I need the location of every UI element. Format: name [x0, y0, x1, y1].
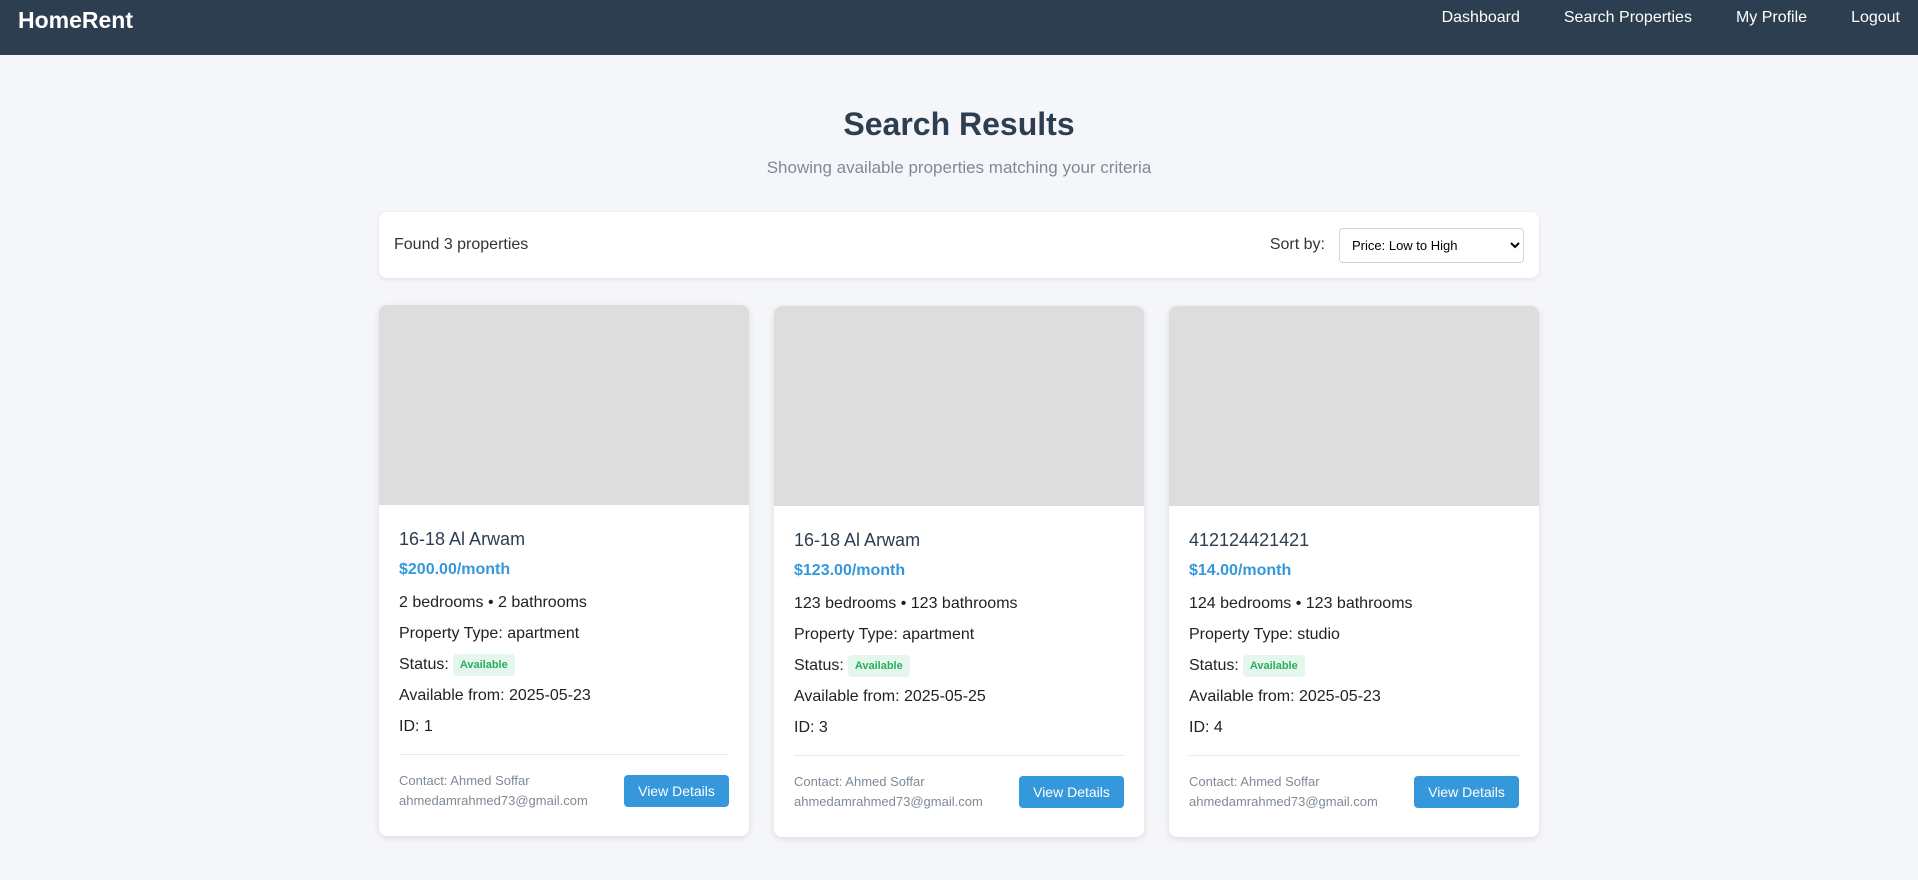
sort-control: Sort by: Price: Low to High	[1269, 227, 1524, 263]
contact-name: Contact: Ahmed Soffar	[794, 774, 925, 789]
sort-label: Sort by:	[1269, 236, 1325, 253]
nav-link-my-profile[interactable]: My Profile	[1736, 9, 1807, 27]
property-id: ID: 4	[1189, 719, 1223, 736]
sort-select[interactable]: Price: Low to High	[1339, 227, 1524, 263]
property-available-from: Available from: 2025-05-25	[794, 688, 986, 705]
property-price: $14.00/month	[1189, 562, 1292, 579]
property-card-body: 16-18 Al Arwam $123.00/month 123 bedroom…	[774, 506, 1144, 812]
card-footer: Contact: Ahmed Soffar ahmedamrahmed73@gm…	[1189, 772, 1519, 812]
property-id: ID: 1	[399, 718, 433, 735]
property-card: 16-18 Al Arwam $200.00/month 2 bedrooms …	[379, 305, 749, 836]
property-card: 412124421421 $14.00/month 124 bedrooms •…	[1169, 306, 1539, 837]
status-label: Status:	[1189, 657, 1239, 674]
property-price: $123.00/month	[794, 562, 906, 579]
card-divider	[1189, 755, 1519, 756]
nav-link-logout[interactable]: Logout	[1851, 9, 1900, 27]
property-type: Property Type: apartment	[399, 625, 580, 642]
property-title: 16-18 Al Arwam	[794, 530, 921, 550]
page-subtitle: Showing available properties matching yo…	[766, 158, 1152, 177]
status-badge: Available	[1242, 655, 1305, 677]
property-id: ID: 3	[794, 719, 828, 736]
page-title: Search Results	[843, 106, 1075, 142]
property-card-body: 16-18 Al Arwam $200.00/month 2 bedrooms …	[379, 505, 749, 811]
property-title: 16-18 Al Arwam	[399, 529, 526, 549]
contact-email: ahmedamrahmed73@gmail.com	[794, 794, 983, 809]
contact-info: Contact: Ahmed Soffar ahmedamrahmed73@gm…	[399, 771, 588, 811]
property-status: Status: Available	[1189, 655, 1519, 677]
property-image-placeholder	[774, 306, 1144, 506]
property-rooms: 2 bedrooms • 2 bathrooms	[399, 594, 587, 611]
view-details-button[interactable]: View Details	[624, 775, 729, 807]
contact-name: Contact: Ahmed Soffar	[1189, 774, 1320, 789]
property-price: $200.00/month	[399, 561, 511, 578]
nav-link-dashboard[interactable]: Dashboard	[1442, 9, 1520, 27]
property-card: 16-18 Al Arwam $123.00/month 123 bedroom…	[774, 306, 1144, 837]
top-navbar: HomeRent Dashboard Search Properties My …	[0, 0, 1918, 55]
view-details-button[interactable]: View Details	[1019, 776, 1124, 808]
status-badge: Available	[452, 654, 515, 676]
property-status: Status: Available	[794, 655, 1124, 677]
property-card-body: 412124421421 $14.00/month 124 bedrooms •…	[1169, 506, 1539, 812]
view-details-button[interactable]: View Details	[1414, 776, 1519, 808]
brand-logo[interactable]: HomeRent	[18, 7, 133, 34]
card-divider	[399, 754, 729, 755]
property-title: 412124421421	[1189, 530, 1310, 550]
contact-email: ahmedamrahmed73@gmail.com	[399, 793, 588, 808]
contact-info: Contact: Ahmed Soffar ahmedamrahmed73@gm…	[794, 772, 983, 812]
property-rooms: 123 bedrooms • 123 bathrooms	[794, 595, 1018, 612]
card-divider	[794, 755, 1124, 756]
property-available-from: Available from: 2025-05-23	[1189, 688, 1381, 705]
card-footer: Contact: Ahmed Soffar ahmedamrahmed73@gm…	[399, 771, 729, 811]
property-image-placeholder	[379, 305, 749, 505]
contact-info: Contact: Ahmed Soffar ahmedamrahmed73@gm…	[1189, 772, 1378, 812]
property-status: Status: Available	[399, 654, 729, 676]
property-card-list: 16-18 Al Arwam $200.00/month 2 bedrooms …	[379, 305, 1539, 837]
status-label: Status:	[794, 657, 844, 674]
status-label: Status:	[399, 656, 449, 673]
property-type: Property Type: studio	[1189, 626, 1340, 643]
nav-link-search-properties[interactable]: Search Properties	[1564, 9, 1692, 27]
property-rooms: 124 bedrooms • 123 bathrooms	[1189, 595, 1413, 612]
property-image-placeholder	[1169, 306, 1539, 506]
card-footer: Contact: Ahmed Soffar ahmedamrahmed73@gm…	[794, 772, 1124, 812]
contact-email: ahmedamrahmed73@gmail.com	[1189, 794, 1378, 809]
status-badge: Available	[847, 655, 910, 677]
results-count: Found 3 properties	[394, 236, 529, 253]
property-type: Property Type: apartment	[794, 626, 975, 643]
results-bar: Found 3 properties Sort by: Price: Low t…	[379, 212, 1539, 278]
property-available-from: Available from: 2025-05-23	[399, 687, 591, 704]
nav-links: Dashboard Search Properties My Profile L…	[1442, 9, 1900, 27]
contact-name: Contact: Ahmed Soffar	[399, 773, 530, 788]
